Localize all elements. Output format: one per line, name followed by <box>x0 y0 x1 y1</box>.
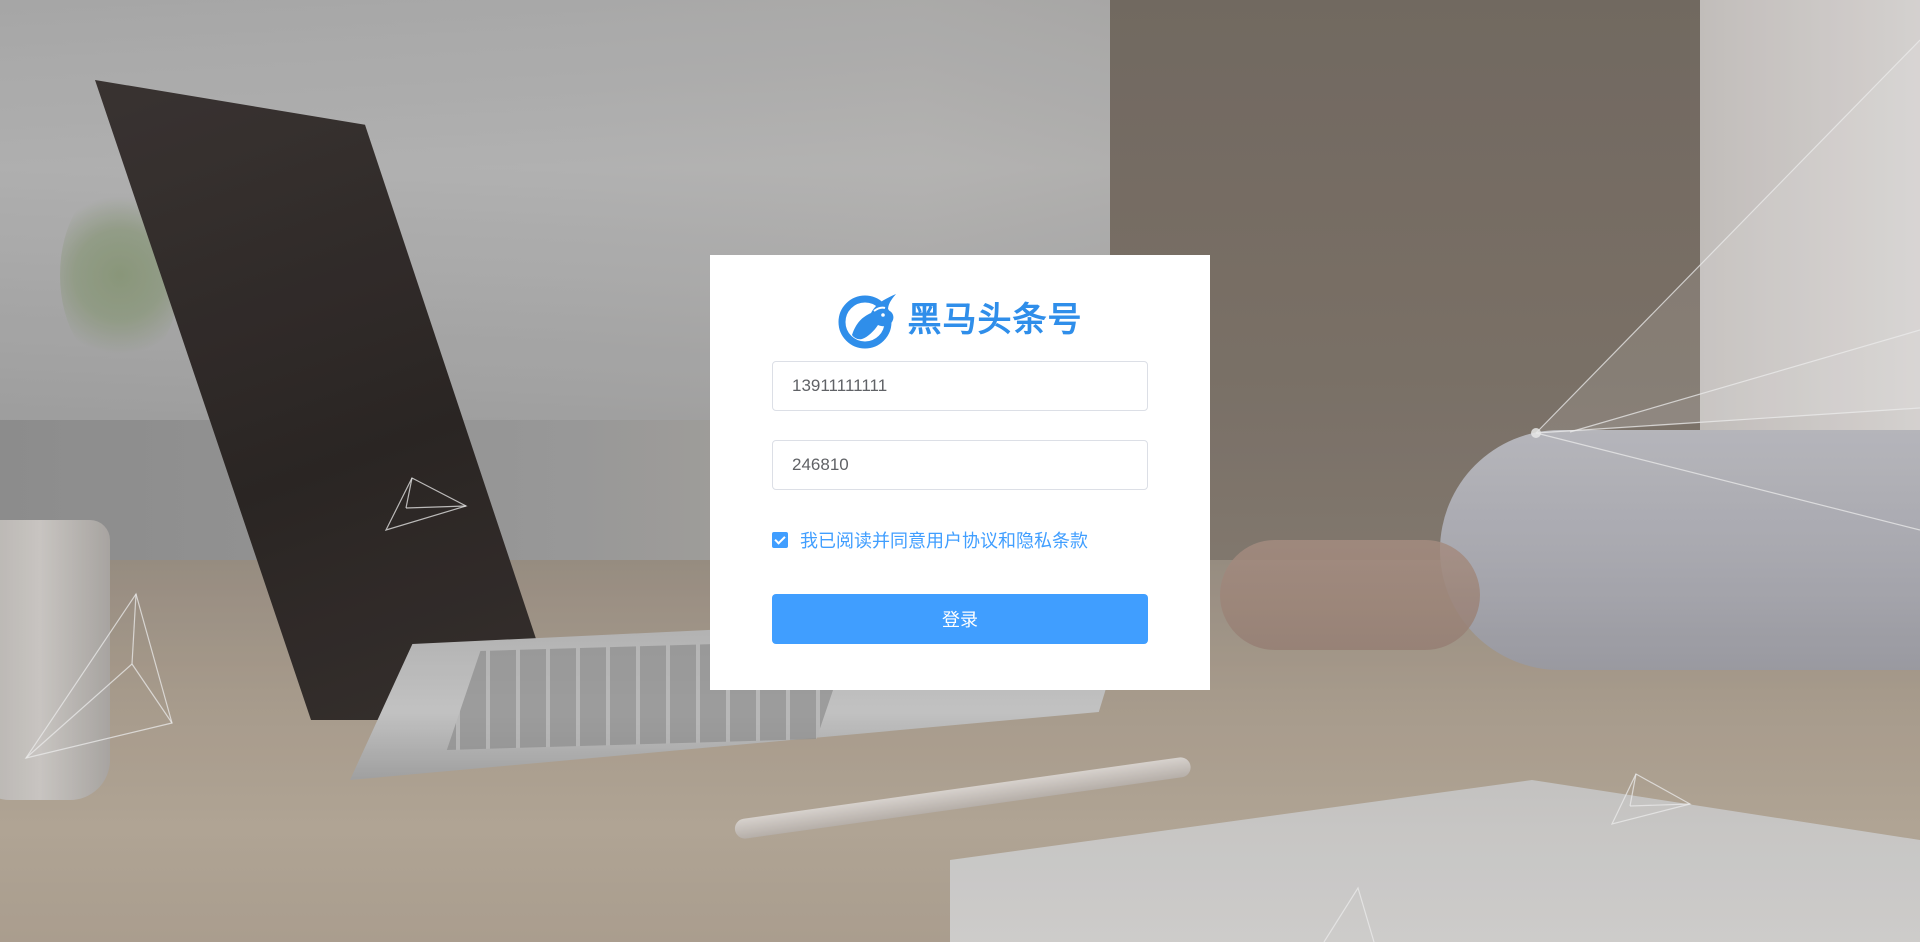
agreement-row[interactable]: 我已阅读并同意用户协议和隐私条款 <box>772 528 1148 552</box>
code-field[interactable] <box>772 440 1148 490</box>
mobile-input[interactable] <box>792 376 1128 396</box>
login-button[interactable]: 登录 <box>772 594 1148 644</box>
brand-logo: 黑马头条号 <box>772 291 1148 349</box>
horse-head-logo-icon <box>838 291 898 349</box>
verification-code-input[interactable] <box>792 455 1128 475</box>
mobile-field[interactable] <box>772 361 1148 411</box>
login-card: 黑马头条号 我已阅读并同意用户协议和隐私条款 登录 <box>710 255 1210 690</box>
agreement-checkbox[interactable] <box>772 532 788 548</box>
brand-name: 黑马头条号 <box>907 300 1083 340</box>
agreement-label[interactable]: 我已阅读并同意用户协议和隐私条款 <box>800 527 1088 553</box>
